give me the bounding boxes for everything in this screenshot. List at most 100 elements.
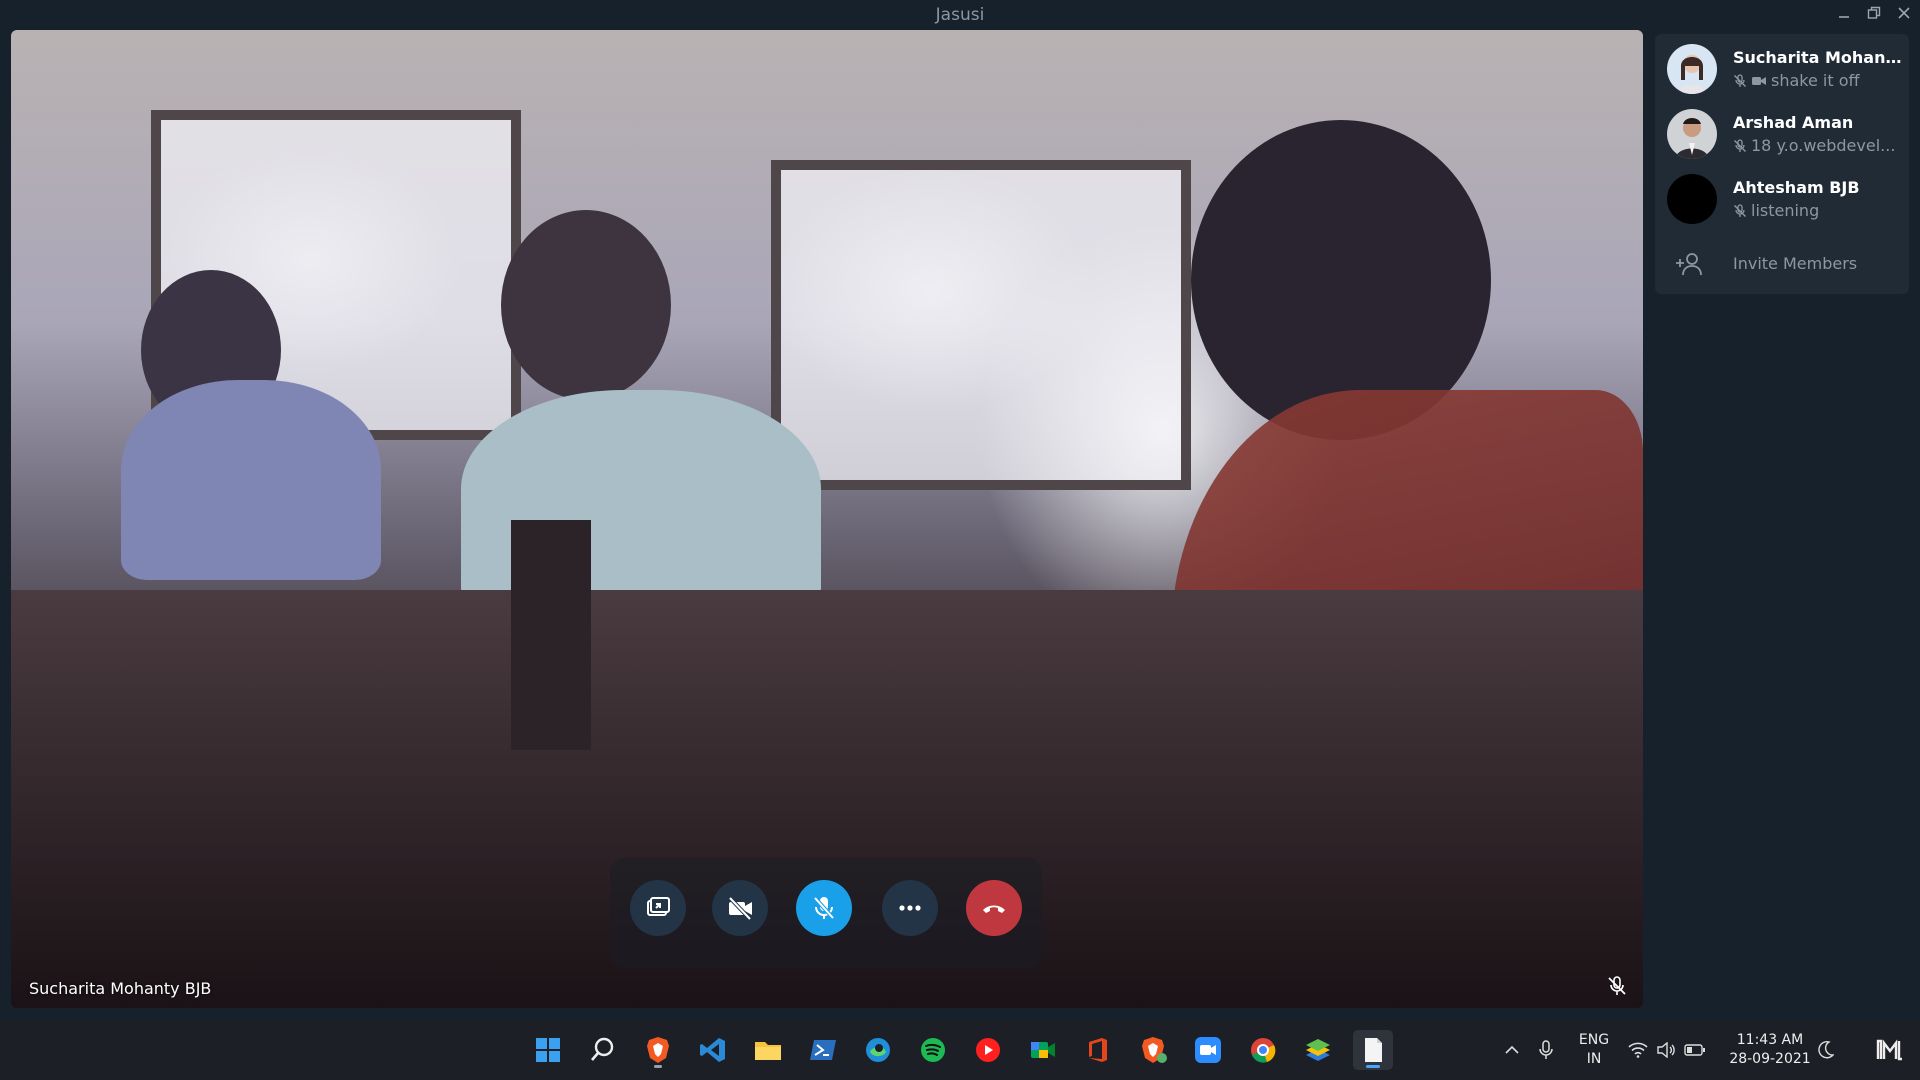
speaker-name-label: Sucharita Mohanty BJB xyxy=(29,979,212,998)
microphone-toggle-button[interactable] xyxy=(796,880,852,936)
spotify-icon xyxy=(921,1038,945,1062)
taskbar-app-office[interactable] xyxy=(1078,1030,1118,1070)
microphone-icon xyxy=(1539,1040,1553,1059)
restore-icon xyxy=(1867,6,1881,19)
camera-toggle-button[interactable] xyxy=(712,880,768,936)
end-call-button[interactable] xyxy=(966,880,1022,936)
zoom-icon xyxy=(1195,1037,1221,1063)
screen-share-icon xyxy=(647,897,670,916)
mic-off-icon xyxy=(1734,73,1746,87)
avatar xyxy=(1667,44,1717,94)
show-hidden-icons-button[interactable] xyxy=(1500,1020,1524,1080)
telegram-call-window: Jasusi Sucharita Mohanty BJB Sucharita M… xyxy=(0,0,1920,1020)
video-off-icon xyxy=(728,896,752,921)
invite-members-button[interactable]: Invite Members xyxy=(1655,240,1909,288)
volume-icon xyxy=(1657,1042,1675,1058)
member-status-row: shake it off xyxy=(1733,71,1905,90)
members-panel: Sucharita Mohanty ... shake it off Arsha… xyxy=(1655,34,1909,294)
taskbar-app-youtube-music[interactable] xyxy=(968,1030,1008,1070)
member-status-row: listening xyxy=(1733,201,1905,220)
clock[interactable]: 11:43 AM 28-09-2021 xyxy=(1722,1031,1818,1069)
chrome-icon xyxy=(1251,1038,1276,1063)
quick-settings-button[interactable] xyxy=(1626,1020,1708,1080)
window-title: Jasusi xyxy=(935,5,985,25)
student-silhouette xyxy=(501,210,671,400)
vscode-icon xyxy=(700,1038,725,1062)
member-item-sucharita[interactable]: Sucharita Mohanty ... shake it off xyxy=(1655,36,1909,100)
member-item-arshad[interactable]: Arshad Aman 18 y.o.webdevel... xyxy=(1655,101,1909,165)
minimize-icon xyxy=(1839,16,1849,18)
close-button[interactable] xyxy=(1892,4,1916,26)
language-indicator[interactable]: ENG IN xyxy=(1570,1031,1618,1069)
taskbar-app-powershell[interactable] xyxy=(803,1030,843,1070)
member-status: shake it off xyxy=(1771,71,1860,90)
window-shape xyxy=(771,160,1191,490)
minimize-button[interactable] xyxy=(1832,4,1856,26)
language-code: ENG xyxy=(1578,1032,1610,1048)
running-indicator xyxy=(654,1065,662,1068)
moon-icon xyxy=(1818,1041,1834,1059)
edge-icon xyxy=(866,1038,890,1062)
search-icon xyxy=(591,1037,614,1061)
windows-start-icon xyxy=(536,1038,560,1062)
office-icon xyxy=(1089,1038,1107,1062)
member-name: Sucharita Mohanty ... xyxy=(1733,48,1905,67)
file-explorer-icon xyxy=(755,1042,781,1060)
avatar xyxy=(1667,109,1717,159)
start-button[interactable] xyxy=(528,1030,568,1070)
restore-button[interactable] xyxy=(1862,4,1886,26)
mic-off-icon xyxy=(1734,203,1746,217)
screen-share-button[interactable] xyxy=(630,880,686,936)
title-bar: Jasusi xyxy=(0,0,1920,30)
clock-time: 11:43 AM xyxy=(1736,1032,1804,1048)
brave-beta-icon xyxy=(1142,1037,1167,1063)
invite-members-label: Invite Members xyxy=(1733,254,1858,273)
brave-icon xyxy=(647,1037,669,1063)
student-silhouette xyxy=(121,380,381,580)
focus-assist-button[interactable] xyxy=(1814,1020,1838,1080)
chevron-up-icon xyxy=(1505,1045,1519,1054)
taskbar-app-google-meet[interactable] xyxy=(1023,1030,1063,1070)
video-icon xyxy=(1752,76,1766,85)
microphone-tray-button[interactable] xyxy=(1534,1020,1558,1080)
windows-taskbar: ENG IN 11:43 AM 28-09-2021 xyxy=(0,1020,1920,1080)
mic-off-icon xyxy=(813,896,835,920)
more-icon xyxy=(899,905,921,911)
member-status: 18 y.o.webdevel... xyxy=(1751,136,1896,155)
more-options-button[interactable] xyxy=(882,880,938,936)
taskbar-search-button[interactable] xyxy=(583,1030,623,1070)
member-name: Ahtesham BJB xyxy=(1733,178,1860,197)
taskbar-app-brave[interactable] xyxy=(638,1030,678,1070)
taskbar-app-brave-beta[interactable] xyxy=(1133,1030,1173,1070)
google-meet-icon xyxy=(1031,1042,1055,1058)
member-status: listening xyxy=(1751,201,1820,220)
battery-icon xyxy=(1684,1044,1705,1056)
taskbar-app-spotify[interactable] xyxy=(913,1030,953,1070)
member-item-ahtesham[interactable]: Ahtesham BJB listening xyxy=(1655,166,1909,230)
close-icon xyxy=(1898,7,1910,19)
wifi-icon xyxy=(1628,1042,1648,1058)
member-status-row: 18 y.o.webdevel... xyxy=(1733,136,1905,155)
taskbar-app-bluestacks[interactable] xyxy=(1298,1030,1338,1070)
hang-up-icon xyxy=(983,905,1005,913)
notepad-icon xyxy=(1365,1038,1382,1062)
mic-off-icon xyxy=(1734,138,1746,152)
taskbar-app-file-explorer[interactable] xyxy=(748,1030,788,1070)
taskbar-app-vscode[interactable] xyxy=(693,1030,733,1070)
speaker-mic-off-icon xyxy=(1605,974,1629,998)
call-controls-bar xyxy=(610,858,1042,968)
taskbar-app-chrome[interactable] xyxy=(1243,1030,1283,1070)
youtube-music-icon xyxy=(976,1038,1000,1062)
language-region: IN xyxy=(1586,1051,1602,1067)
bluestacks-icon xyxy=(1306,1039,1330,1061)
desk-edge xyxy=(511,520,591,750)
notification-center-button[interactable] xyxy=(1870,1020,1910,1080)
notification-logo-icon xyxy=(1876,1039,1902,1061)
taskbar-app-zoom[interactable] xyxy=(1188,1030,1228,1070)
add-user-icon xyxy=(1676,253,1702,276)
clock-date: 28-09-2021 xyxy=(1729,1051,1811,1067)
member-name: Arshad Aman xyxy=(1733,113,1854,132)
taskbar-app-edge[interactable] xyxy=(858,1030,898,1070)
taskbar-app-notepad[interactable] xyxy=(1353,1030,1393,1070)
running-indicator xyxy=(1366,1065,1380,1068)
